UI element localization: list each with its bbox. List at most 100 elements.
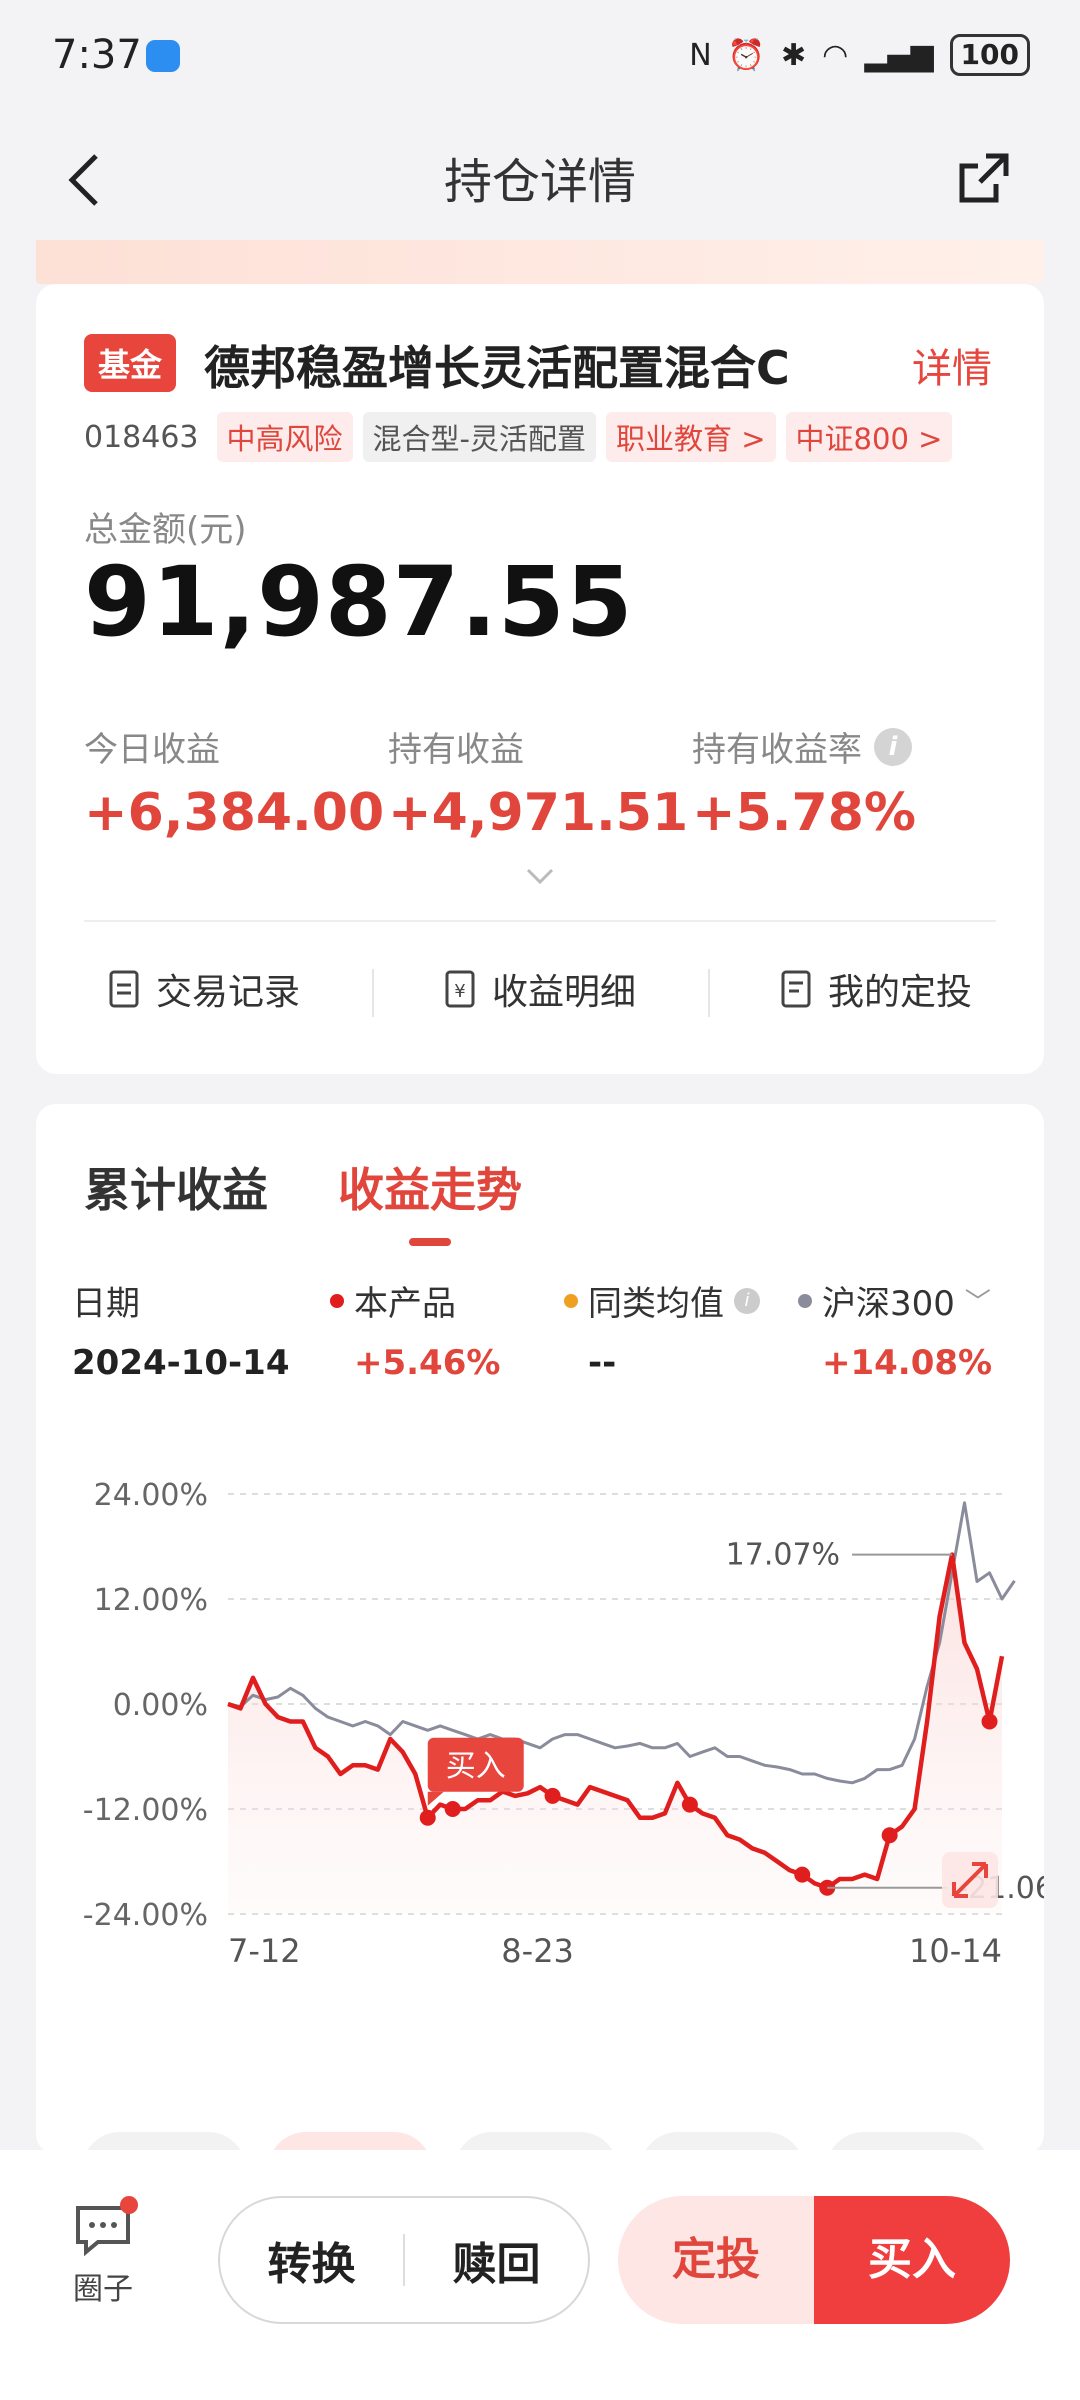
info-icon[interactable]: i	[874, 727, 912, 766]
list-icon	[781, 970, 811, 1008]
fund-name: 德邦稳盈增长灵活配置混合C	[204, 341, 790, 395]
income-trend-chart[interactable]: 24.00% 12.00% 0.00% -12.00% -24.00% 7-12 8-23 1…	[36, 1424, 1044, 2124]
community-button[interactable]: 圈子	[72, 2196, 138, 2308]
battery-indicator: 100	[949, 34, 1030, 76]
y-tick-label: 0.00%	[113, 1688, 208, 1723]
product-area-fill	[228, 1554, 1002, 1914]
legend-index-value: +14.08%	[822, 1343, 993, 1383]
chart-card: 累计收益 收益走势 日期 2024-10-14 本产品 +5.46% 同类均值 i…	[36, 1104, 1044, 2208]
convert-button[interactable]: 转换	[220, 2228, 403, 2292]
peak-annotation: 17.07%	[726, 1538, 840, 1573]
transaction-point	[981, 1713, 998, 1730]
legend-peer: 同类均值 i --	[564, 1276, 760, 1383]
today-income-value: +6,384.00	[84, 783, 385, 843]
status-time: 7:37	[52, 32, 142, 78]
holding-rate-value: +5.78%	[692, 783, 916, 843]
income-detail-label: 收益明细	[491, 972, 636, 1013]
signal-icon: ▂▄▆	[864, 37, 934, 73]
transaction-point	[681, 1796, 698, 1813]
legend-date-label: 日期	[72, 1284, 140, 1324]
message-notification-icon	[146, 40, 180, 72]
invest-buy-group: 定投 买入	[618, 2196, 1010, 2324]
chevron-down-icon: ﹀	[964, 1288, 991, 1318]
holding-income-value: +4,971.51	[388, 783, 689, 843]
convert-redeem-group: 转换 赎回	[218, 2196, 590, 2324]
theme-chip-csi800[interactable]: 中证800 >	[785, 412, 953, 462]
legend-index-label: 沪深300	[822, 1284, 955, 1324]
y-tick-label: -24.00%	[83, 1898, 208, 1933]
buy-button[interactable]: 买入	[814, 2196, 1010, 2324]
y-tick-label: -12.00%	[83, 1793, 208, 1828]
bluetooth-icon: ✱	[781, 37, 807, 73]
transaction-point	[419, 1809, 436, 1826]
total-amount-label: 总金额(元)	[84, 510, 247, 550]
yuan-receipt-icon: ¥	[445, 970, 475, 1008]
community-label: 圈子	[73, 2272, 133, 2307]
income-detail-button[interactable]: ¥ 收益明细	[372, 963, 708, 1017]
transaction-point	[881, 1827, 898, 1844]
x-tick-label: 10-14	[909, 1932, 1002, 1970]
holding-rate-label: 持有收益率	[692, 730, 862, 770]
nfc-icon: N	[689, 37, 712, 73]
my-auto-invest-button[interactable]: 我的定投	[708, 963, 1044, 1017]
svg-text:¥: ¥	[454, 981, 465, 1002]
legend-date: 日期 2024-10-14	[72, 1276, 289, 1383]
legend-product-label: 本产品	[354, 1284, 456, 1324]
holding-rate: 持有收益率 i +5.78%	[692, 722, 916, 843]
alarm-icon: ⏰	[727, 37, 765, 73]
holding-income: 持有收益 +4,971.51	[388, 722, 688, 843]
transaction-point	[544, 1787, 561, 1804]
holding-income-label: 持有收益	[388, 730, 524, 770]
bottom-action-bar: 圈子 转换 赎回 定投 买入	[0, 2150, 1080, 2400]
tab-income-trend[interactable]: 收益走势	[338, 1154, 522, 1220]
promo-banner[interactable]	[36, 240, 1044, 284]
product-dot	[330, 1293, 344, 1308]
x-tick-label: 8-23	[501, 1932, 574, 1970]
legend-product: 本产品 +5.46%	[330, 1276, 500, 1383]
holding-card: 基金 德邦稳盈增长灵活配置混合C 详情 018463 中高风险 混合型-灵活配置…	[36, 284, 1044, 1074]
status-bar: 7:37 N ⏰ ✱ ◠ ▂▄▆ 100	[0, 0, 1080, 110]
y-tick-label: 12.00%	[94, 1583, 208, 1618]
x-tick-label: 7-12	[228, 1932, 301, 1970]
today-income-label: 今日收益	[84, 730, 220, 770]
trade-records-label: 交易记录	[155, 972, 300, 1013]
chart-tabs: 累计收益 收益走势	[84, 1154, 522, 1220]
transaction-point	[794, 1866, 811, 1883]
legend-peer-label: 同类均值	[588, 1284, 724, 1324]
fund-code: 018463	[84, 419, 199, 455]
chevron-down-icon[interactable]	[522, 864, 558, 888]
fund-detail-link[interactable]: 详情	[912, 336, 992, 394]
legend-product-value: +5.46%	[354, 1343, 501, 1383]
legend-peer-value: --	[588, 1343, 617, 1383]
redeem-button[interactable]: 赎回	[405, 2228, 588, 2292]
trade-records-button[interactable]: 交易记录	[36, 963, 372, 1015]
peer-dot	[564, 1293, 578, 1308]
today-income: 今日收益 +6,384.00	[84, 722, 384, 843]
theme-chip-education[interactable]: 职业教育 >	[606, 412, 776, 462]
buy-marker-label: 买入	[446, 1749, 506, 1784]
index-dot	[798, 1293, 812, 1308]
y-tick-label: 24.00%	[94, 1478, 208, 1513]
status-icons: N ⏰ ✱ ◠ ▂▄▆ 100	[689, 34, 1030, 76]
fund-type-badge: 基金	[84, 334, 177, 392]
chat-bubble-icon	[72, 2196, 138, 2258]
notification-dot	[120, 2196, 138, 2214]
action-row: 交易记录 ¥ 收益明细 我的定投	[36, 944, 1044, 1034]
info-icon[interactable]: i	[734, 1287, 760, 1314]
tab-cumulative-income[interactable]: 累计收益	[84, 1154, 268, 1220]
transaction-point	[444, 1801, 461, 1817]
auto-invest-button[interactable]: 定投	[618, 2196, 814, 2324]
legend-index[interactable]: 沪深300 ﹀ +14.08%	[798, 1276, 992, 1383]
divider	[84, 920, 996, 922]
fund-tags: 018463 中高风险 混合型-灵活配置 职业教育 > 中证800 >	[84, 412, 953, 462]
share-icon[interactable]	[956, 150, 1012, 206]
legend-date-value: 2024-10-14	[72, 1343, 290, 1383]
risk-level-chip: 中高风险	[216, 412, 353, 462]
fund-category-chip: 混合型-灵活配置	[362, 412, 597, 462]
page-title: 持仓详情	[443, 154, 636, 210]
document-icon	[109, 970, 139, 1008]
index-series-line	[227, 1501, 1016, 1785]
wifi-icon: ◠	[822, 37, 849, 73]
total-amount-value: 91,987.55	[84, 546, 634, 658]
my-auto-invest-label: 我的定投	[827, 972, 972, 1013]
